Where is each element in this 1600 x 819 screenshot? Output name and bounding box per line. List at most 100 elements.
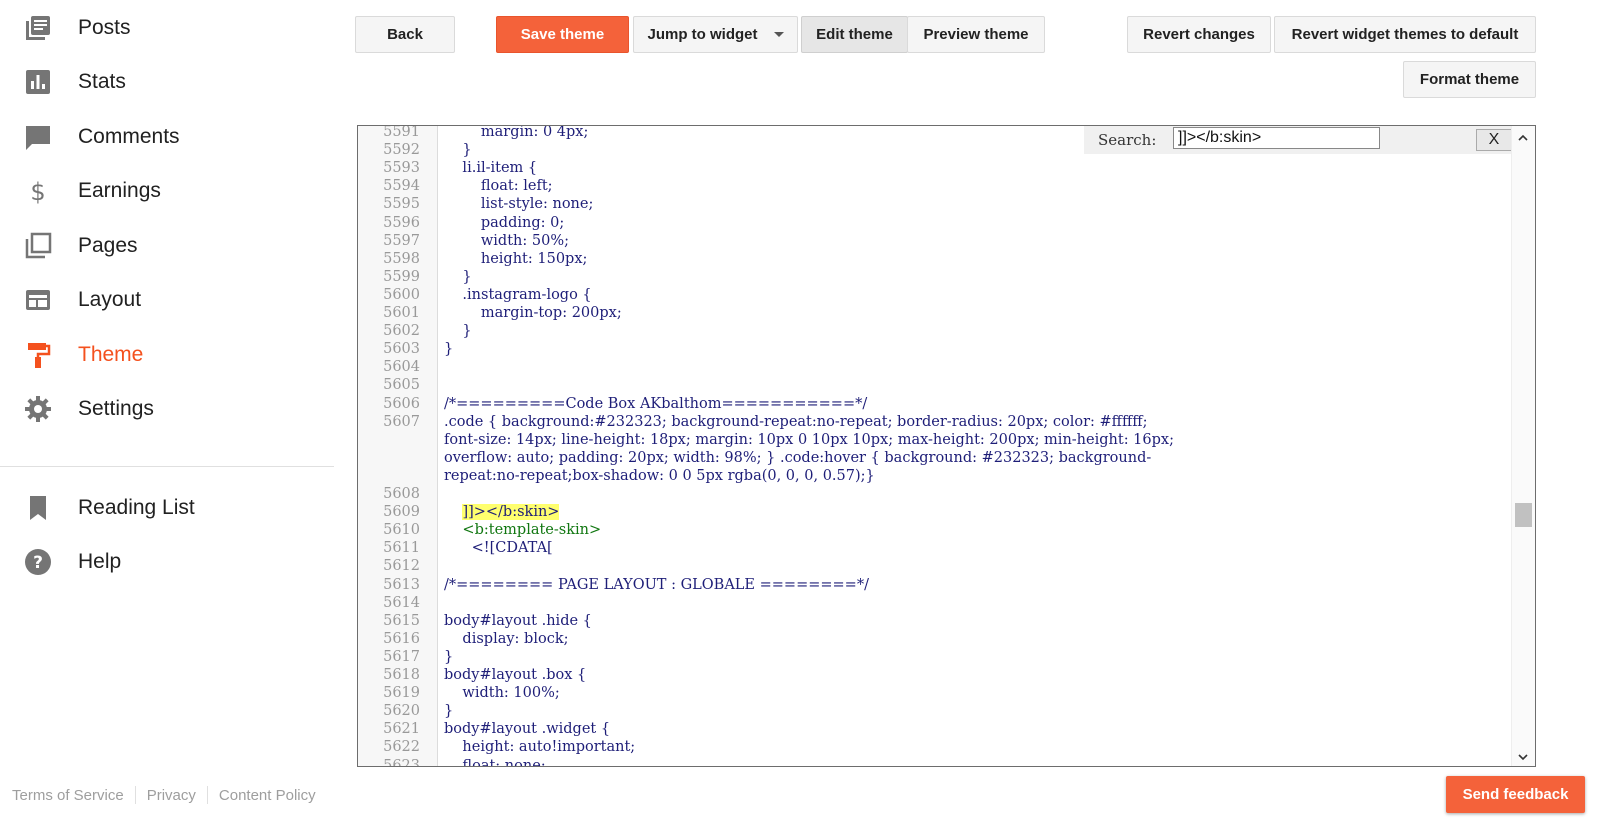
code-line: } [444, 341, 454, 358]
editor-scrollbar[interactable] [1511, 126, 1535, 766]
pages-icon [24, 232, 52, 260]
line-number: 5592 [383, 142, 420, 159]
footer-divider [134, 786, 136, 804]
privacy-link[interactable]: Privacy [147, 787, 196, 804]
line-number: 5599 [383, 268, 420, 285]
line-number: 5591 [383, 125, 420, 140]
code-line: /*=========Code Box AKbalthom===========… [444, 395, 868, 412]
content-policy-link[interactable]: Content Policy [219, 787, 316, 804]
save-theme-button[interactable]: Save theme [496, 16, 629, 53]
revert-changes-button[interactable]: Revert changes [1127, 16, 1271, 53]
line-number: 5618 [383, 667, 420, 683]
code-line: height: auto!important; [444, 739, 636, 756]
send-feedback-button[interactable]: Send feedback [1446, 776, 1585, 813]
close-search-button[interactable]: X [1476, 129, 1512, 151]
line-number: 5621 [383, 721, 420, 738]
code-line: overflow: auto; padding: 20px; width: 98… [444, 449, 1152, 466]
search-match-highlight: ]]></b:skin> [462, 504, 560, 521]
code-line: } [444, 703, 454, 720]
line-number: 5595 [383, 196, 420, 213]
sidebar-item-settings[interactable]: Settings [0, 387, 330, 431]
edit-theme-button[interactable]: Edit theme [801, 16, 908, 53]
format-theme-button[interactable]: Format theme [1403, 61, 1536, 98]
posts-icon [24, 14, 52, 42]
sidebar-divider [0, 466, 334, 467]
line-number: 5619 [383, 685, 420, 702]
gear-icon [24, 395, 52, 423]
sidebar-item-label: Reading List [78, 496, 195, 519]
chevron-down-icon[interactable] [1517, 751, 1529, 763]
revert-widget-themes-button[interactable]: Revert widget themes to default [1274, 16, 1536, 53]
code-line: list-style: none; [444, 196, 594, 213]
sidebar-item-label: Theme [78, 343, 144, 366]
line-number: 5612 [383, 558, 420, 575]
stats-icon [24, 68, 52, 96]
sidebar-item-layout[interactable]: Layout [0, 278, 330, 322]
line-number: 5609 [383, 504, 420, 521]
sidebar-item-comments[interactable]: Comments [0, 115, 330, 159]
code-line: /*======== PAGE LAYOUT : GLOBALE =======… [444, 576, 869, 593]
code-line: margin-top: 200px; [444, 305, 622, 321]
line-number: 5617 [383, 648, 420, 665]
code-line: width: 50%; [444, 232, 569, 249]
sidebar-item-label: Stats [78, 70, 126, 93]
sidebar-item-pages[interactable]: Pages [0, 224, 330, 268]
scroll-thumb[interactable] [1515, 503, 1532, 527]
sidebar-item-posts[interactable]: Posts [0, 6, 330, 50]
code-editor[interactable]: 5591 margin: 0 4px; 5592 } 5593 li.il-item… [357, 125, 1536, 767]
line-number: 5597 [383, 232, 420, 249]
sidebar-item-label: Posts [78, 16, 131, 39]
jump-to-widget-dropdown[interactable]: Jump to widget [633, 16, 798, 53]
search-input[interactable] [1173, 127, 1380, 149]
search-label: Search: [1098, 131, 1157, 149]
sidebar-item-help[interactable]: ? Help [0, 540, 330, 584]
code-line: float: left; [444, 178, 553, 195]
back-button[interactable]: Back [355, 16, 455, 53]
footer-divider [206, 786, 208, 804]
code-line: <b:template-skin> [444, 522, 602, 539]
line-number: 5616 [383, 630, 420, 647]
sidebar-item-earnings[interactable]: $ Earnings [0, 169, 330, 213]
code-line: } [444, 648, 454, 665]
caret-down-icon [773, 32, 784, 37]
sidebar-item-label: Comments [78, 125, 180, 148]
code-line: ]]></b:skin> [444, 503, 560, 521]
line-number: 5613 [383, 576, 420, 593]
line-number: 5606 [383, 395, 420, 412]
layout-icon [24, 286, 52, 314]
line-number: 5615 [383, 612, 420, 629]
terms-link[interactable]: Terms of Service [12, 787, 124, 804]
code-line: .instagram-logo { [444, 286, 592, 303]
line-number: 5607 [383, 413, 420, 430]
line-number: 5620 [383, 703, 420, 720]
jump-to-widget-label: Jump to widget [647, 26, 758, 43]
sidebar-item-label: Settings [78, 397, 154, 420]
code-line: } [444, 142, 472, 159]
code-line: li.il-item { [444, 160, 538, 177]
sidebar-item-label: Earnings [78, 179, 161, 202]
footer-links: Terms of Service Privacy Content Policy [12, 786, 316, 804]
svg-text:?: ? [33, 553, 43, 573]
sidebar-item-reading-list[interactable]: Reading List [0, 486, 330, 530]
sidebar-item-theme[interactable]: Theme [0, 333, 330, 377]
preview-theme-button[interactable]: Preview theme [907, 16, 1045, 53]
sidebar: Posts Stats Comments $ Earnings Pages La… [0, 0, 334, 819]
chevron-up-icon[interactable] [1517, 132, 1529, 144]
line-number: 5594 [383, 178, 420, 195]
sidebar-item-label: Pages [78, 234, 138, 257]
code-line: <![CDATA[ [444, 540, 553, 557]
search-bar: Search: X [1084, 126, 1521, 154]
line-number: 5603 [383, 341, 420, 358]
code-line: display: block; [444, 630, 569, 647]
code-line: body#layout .box { [444, 667, 587, 683]
line-number: 5610 [383, 522, 420, 539]
sidebar-item-label: Help [78, 550, 122, 573]
sidebar-item-stats[interactable]: Stats [0, 60, 330, 104]
code-line: padding: 0; [444, 214, 565, 231]
help-icon: ? [24, 548, 52, 576]
code-line: body#layout .widget { [444, 721, 611, 738]
bookmark-icon [24, 494, 52, 522]
code-line: body#layout .hide { [444, 612, 592, 629]
sidebar-item-label: Layout [78, 288, 142, 311]
line-number: 5611 [383, 540, 420, 557]
